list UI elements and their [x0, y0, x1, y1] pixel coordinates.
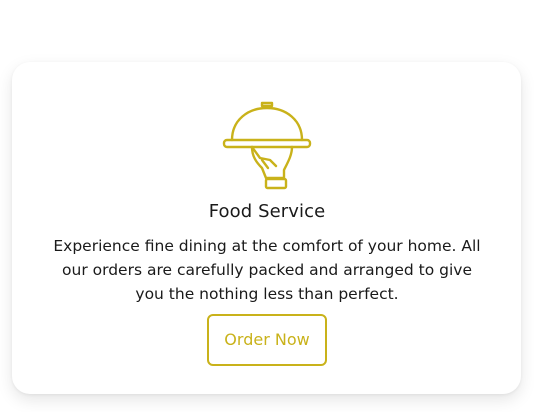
- order-now-button[interactable]: Order Now: [207, 314, 327, 366]
- card-title: Food Service: [208, 201, 326, 222]
- page: Food Service Experience fine dining at t…: [0, 0, 534, 412]
- card-description: Experience fine dining at the comfort of…: [53, 237, 481, 303]
- cloche-serving-hand-icon: [222, 101, 312, 190]
